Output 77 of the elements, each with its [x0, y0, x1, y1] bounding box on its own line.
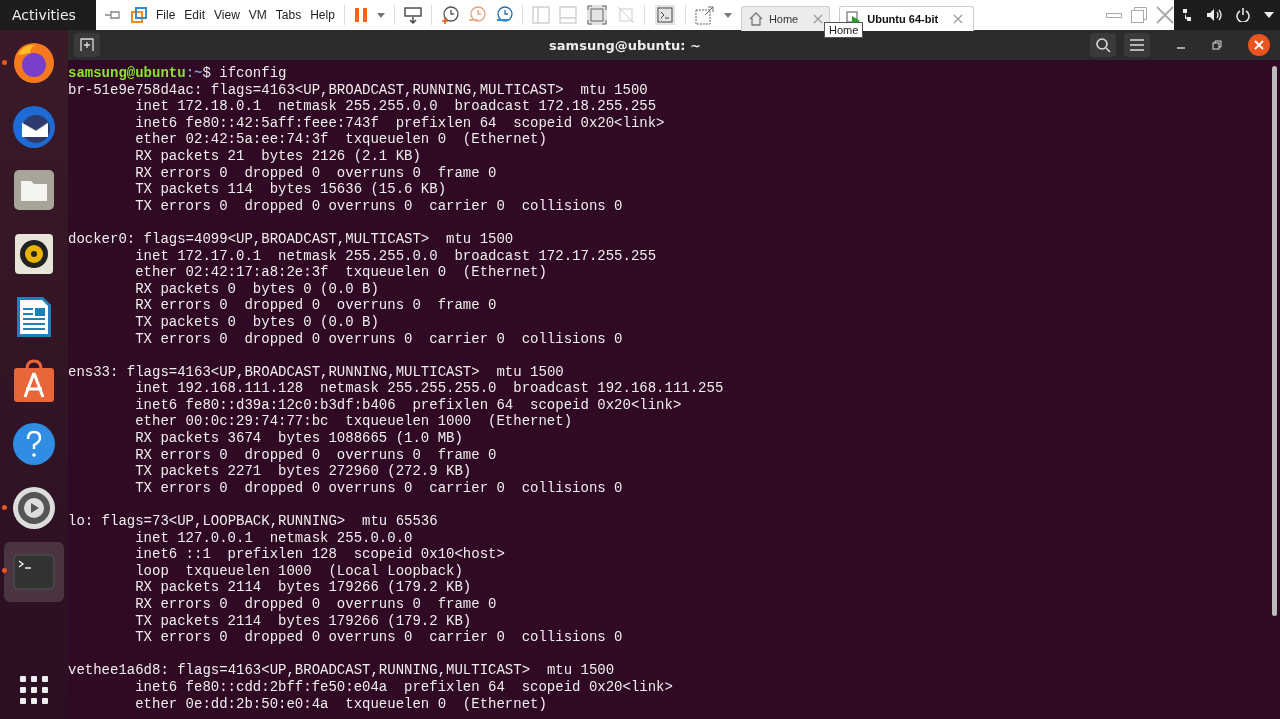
home-icon	[747, 10, 764, 27]
output-line: loop txqueuelen 1000 (Local Loopback)	[134, 562, 463, 580]
terminal-icon	[13, 554, 55, 590]
output-line: inet6 fe80::42:5aff:feee:743f prefixlen 64 scopeid 0x20<link>	[134, 114, 665, 132]
new-tab-icon	[80, 38, 94, 52]
activities-button[interactable]: Activities	[0, 7, 96, 23]
search-icon	[1095, 37, 1111, 53]
power-icon[interactable]	[1236, 8, 1250, 22]
running-indicator	[2, 60, 7, 65]
output-line: TX packets 2271 bytes 272960 (272.9 KB)	[134, 463, 472, 480]
app-grid-icon[interactable]	[19, 675, 49, 705]
caret-icon[interactable]	[1264, 12, 1274, 18]
help-icon	[12, 422, 56, 466]
windows-icon[interactable]	[131, 7, 147, 23]
output-line: TX errors 0 dropped 0 overruns 0 carrier 0 collisions 0	[134, 330, 623, 348]
output-line: TX packets 0 bytes 0 (0.0 B)	[134, 313, 379, 331]
vm-tab[interactable]: Home	[740, 5, 831, 31]
interface-header: ens33: flags=4163<UP,BROADCAST,RUNNING,MULTICAST> mtu 1500	[68, 363, 564, 381]
menu-item[interactable]: Tabs	[275, 8, 302, 22]
output-line: RX packets 0 bytes 0 (0.0 B)	[134, 280, 379, 298]
search-button[interactable]	[1090, 33, 1116, 57]
output-line: RX packets 2114 bytes 179266 (179.2 KB)	[134, 579, 472, 596]
running-indicator	[2, 568, 7, 573]
menu-button[interactable]	[1124, 33, 1150, 57]
tooltip: Home	[824, 22, 864, 38]
pause-icon[interactable]	[353, 7, 368, 23]
interface-header: docker0: flags=4099<UP,BROADCAST,MULTICAST> mtu 1500	[68, 230, 514, 248]
clock-icon[interactable]	[494, 6, 513, 24]
output-line: inet 172.17.0.1 netmask 255.255.0.0 broadcast 172.17.255.255	[134, 247, 657, 265]
output-line: TX errors 0 dropped 0 overruns 0 carrier 0 collisions 0	[134, 629, 623, 646]
interface-header: lo: flags=73<UP,LOOPBACK,RUNNING> mtu 65536	[68, 513, 438, 530]
scrollbar[interactable]	[1272, 66, 1277, 616]
output-line: inet 192.168.111.128 netmask 255.255.255.0 broadcast 192.168.111.255	[134, 380, 724, 397]
menu-item[interactable]: File	[156, 8, 176, 22]
output-line: ether 02:42:17:a8:2e:3f txqueuelen 0 (Ethernet)	[134, 264, 547, 281]
shopping-bag-icon	[13, 358, 55, 403]
output-line: TX packets 2114 bytes 179266 (179.2 KB)	[134, 612, 472, 630]
output-line: RX errors 0 dropped 0 overruns 0 frame 0	[134, 164, 497, 182]
output-line: RX packets 21 bytes 2126 (2.1 KB)	[134, 147, 421, 165]
speaker-icon	[14, 232, 54, 275]
output-line: inet 172.18.0.1 netmask 255.255.0.0 broadcast 172.18.255.255	[134, 98, 657, 115]
pin-icon[interactable]	[104, 8, 122, 22]
menu-item[interactable]: VM	[248, 8, 267, 22]
new-tab-button[interactable]	[74, 33, 100, 57]
console-icon[interactable]	[653, 4, 676, 26]
menu-item[interactable]: Edit	[184, 8, 206, 22]
output-line: ether 0e:dd:2b:50:e0:4a txqueuelen 0 (Ethernet)	[134, 695, 547, 713]
output-line: RX errors 0 dropped 0 overruns 0 frame 0	[134, 446, 497, 464]
output-line: ether 00:0c:29:74:77:bc txqueuelen 1000 (Ethernet)	[134, 413, 573, 431]
output-line: RX packets 3674 bytes 1088665 (1.0 MB)	[134, 430, 463, 447]
clock-icon[interactable]	[440, 6, 459, 24]
output-line: ether 02:42:5a:ee:74:3f txqueuelen 0 (Ethernet)	[134, 131, 547, 148]
running-indicator	[2, 504, 7, 510]
menu-item[interactable]: Help	[310, 8, 335, 22]
close-icon[interactable]	[1248, 34, 1270, 56]
interface-header: br-51e9e758d4ac: flags=4163<UP,BROADCAST,RUNNING,MULTICAST> mtu 1500	[68, 81, 648, 99]
output-line: RX errors 0 dropped 0 overruns 0 frame 0	[134, 297, 497, 314]
mail-icon	[12, 104, 56, 149]
network-icon[interactable]	[1182, 8, 1192, 22]
window-title: samsung@ubuntu: ~	[548, 37, 702, 53]
output-line: inet6 fe80::d39a:12c0:b3df:b406 prefixlen 64 scopeid 0x20<link>	[134, 396, 682, 414]
document-icon	[15, 295, 53, 339]
output-line: inet6 ::1 prefixlen 128 scopeid 0x10<host>	[134, 546, 505, 563]
output-line: TX packets 114 bytes 15636 (15.6 KB)	[134, 181, 447, 198]
menu-item[interactable]: View	[214, 8, 240, 22]
restore-icon[interactable]	[1212, 40, 1222, 50]
output-line: inet 127.0.0.1 netmask 255.0.0.0	[134, 529, 413, 547]
folder-icon	[13, 169, 55, 211]
output-line: TX errors 0 dropped 0 overruns 0 carrier 0 collisions 0	[134, 479, 623, 497]
browser-icon	[12, 41, 56, 85]
volume-icon[interactable]	[1206, 8, 1222, 22]
output-line: inet6 fe80::cdd:2bff:fe50:e04a prefixlen 64 scopeid 0x20<link>	[134, 678, 673, 696]
menu-icon	[1130, 39, 1144, 51]
prompt-line: samsung@ubuntu:~$ ifconfig	[68, 65, 287, 82]
output-line: RX errors 0 dropped 0 overruns 0 frame 0	[134, 596, 497, 613]
interface-header: vethee1a6d8: flags=4163<UP,BROADCAST,RUNNING,MULTICAST> mtu 1500	[68, 662, 615, 679]
output-line: TX errors 0 dropped 0 overruns 0 carrier 0 collisions 0	[134, 197, 623, 215]
